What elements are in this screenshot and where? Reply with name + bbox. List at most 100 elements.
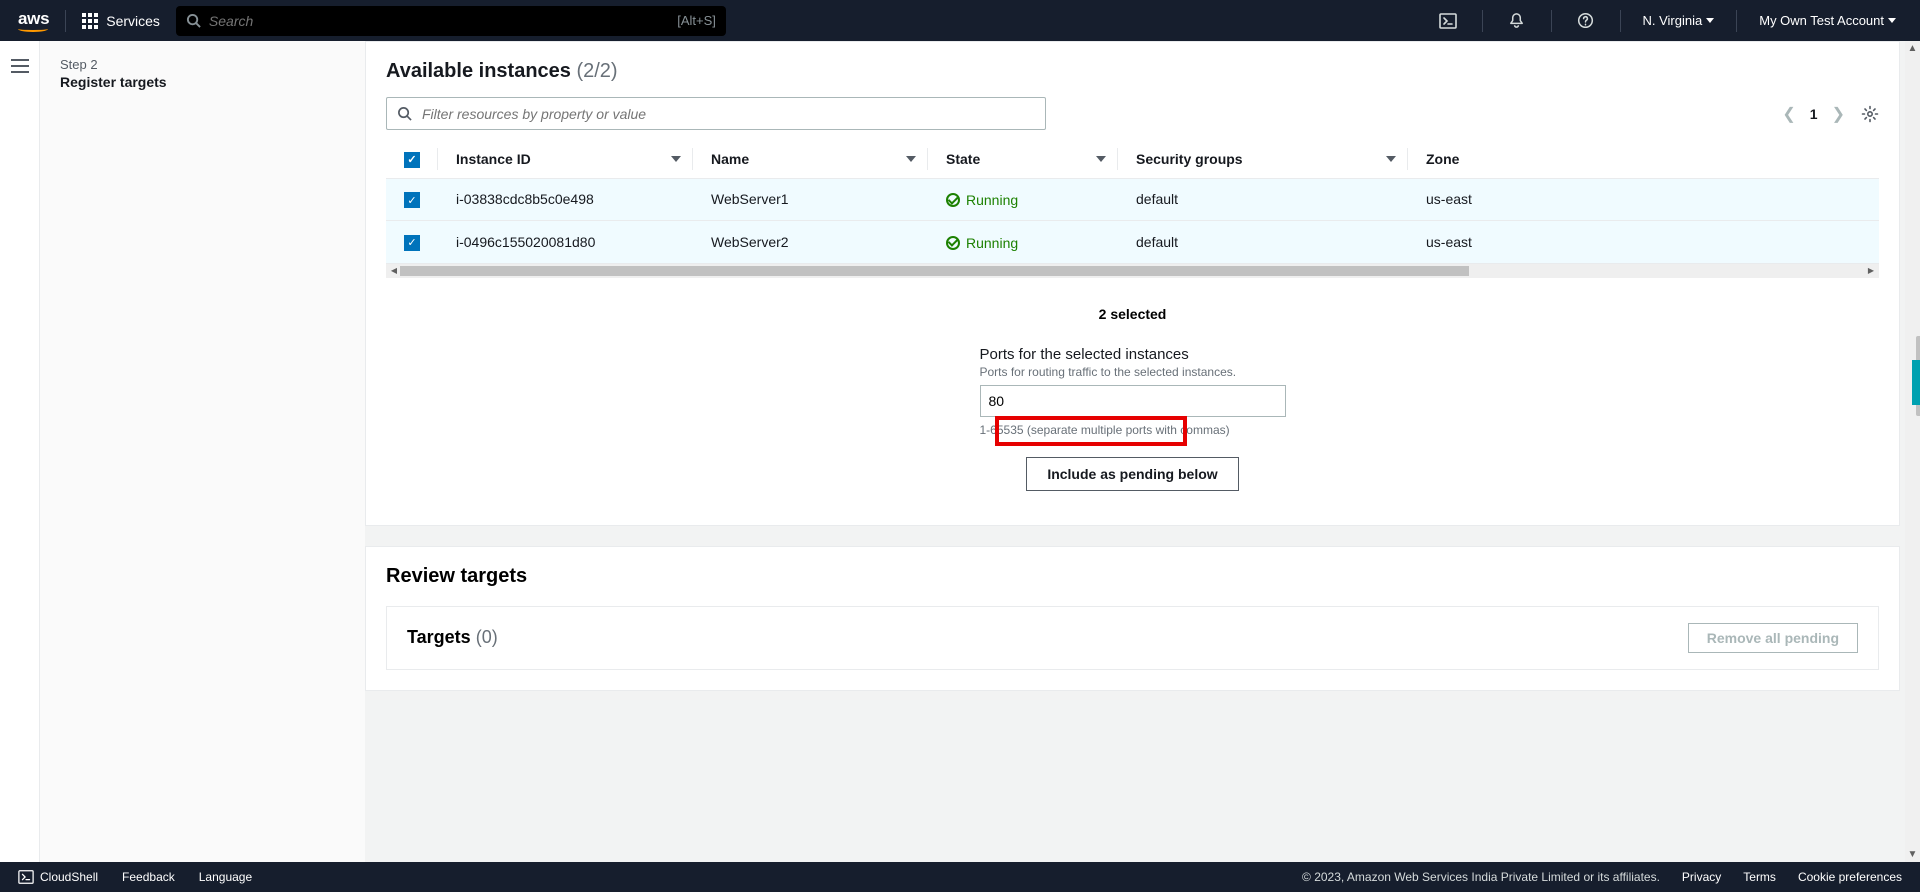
col-zone-label: Zone — [1426, 151, 1459, 167]
divider — [1620, 10, 1621, 32]
divider — [1736, 10, 1737, 32]
horizontal-scrollbar[interactable]: ◀ ▶ — [386, 264, 1879, 278]
side-toggle — [0, 41, 40, 862]
col-sg-label: Security groups — [1136, 151, 1243, 167]
footer-bar: CloudShell Feedback Language © 2023, Ama… — [0, 862, 1920, 892]
state-text: Running — [966, 235, 1018, 251]
cookie-preferences-link[interactable]: Cookie preferences — [1798, 870, 1902, 884]
filter-input[interactable] — [422, 106, 1035, 122]
available-title-text: Available instances — [386, 60, 571, 82]
scroll-right-icon[interactable]: ▶ — [1865, 266, 1877, 275]
search-icon — [186, 13, 201, 28]
search-shortcut: [Alt+S] — [677, 13, 716, 28]
cell-sg: default — [1118, 221, 1408, 264]
col-instance-id[interactable]: Instance ID — [438, 140, 693, 178]
ports-label: Ports for the selected instances — [980, 346, 1286, 363]
top-nav: aws Services [Alt+S] N. Virginia My Own … — [0, 0, 1920, 41]
table-row[interactable]: ✓ i-0496c155020081d80 WebServer2 Running… — [386, 221, 1879, 264]
cell-name: WebServer2 — [693, 221, 928, 264]
chevron-down-icon — [1888, 18, 1896, 23]
pagination: ❮ 1 ❯ — [1782, 104, 1845, 124]
col-zone[interactable]: Zone — [1408, 140, 1879, 178]
ports-hint: 1-65535 (separate multiple ports with co… — [980, 423, 1286, 437]
targets-title-text: Targets — [407, 627, 471, 647]
col-security-groups[interactable]: Security groups — [1118, 140, 1408, 178]
divider — [1551, 10, 1552, 32]
scroll-down-icon[interactable]: ▼ — [1908, 847, 1918, 862]
region-label: N. Virginia — [1643, 13, 1703, 28]
step-title: Register targets — [60, 74, 345, 90]
wizard-sidebar: Step 2 Register targets — [40, 41, 365, 862]
state-text: Running — [966, 192, 1018, 208]
account-label: My Own Test Account — [1759, 13, 1884, 28]
feedback-label: Feedback — [122, 870, 175, 884]
scroll-left-icon[interactable]: ◀ — [388, 266, 400, 275]
cloudshell-button[interactable]: CloudShell — [18, 869, 98, 885]
vertical-scrollbar[interactable]: ▲ ▼ — [1905, 41, 1920, 862]
col-name[interactable]: Name — [693, 140, 928, 178]
ports-input[interactable] — [980, 385, 1286, 417]
cell-name: WebServer1 — [693, 178, 928, 221]
grid-icon — [82, 13, 98, 29]
remove-all-pending-button[interactable]: Remove all pending — [1688, 623, 1858, 653]
cell-instance-id: i-03838cdc8b5c0e498 — [438, 178, 693, 221]
search-box[interactable]: [Alt+S] — [176, 6, 726, 36]
search-input[interactable] — [209, 13, 677, 29]
review-targets-panel: Review targets Targets (0) Remove all pe… — [365, 546, 1900, 691]
aws-logo[interactable]: aws — [18, 9, 49, 32]
feedback-button[interactable]: Feedback — [122, 870, 175, 884]
language-label: Language — [199, 870, 252, 884]
scroll-up-icon[interactable]: ▲ — [1908, 41, 1918, 56]
cell-sg: default — [1118, 178, 1408, 221]
col-name-label: Name — [711, 151, 749, 167]
col-state[interactable]: State — [928, 140, 1118, 178]
services-button[interactable]: Services — [82, 13, 160, 29]
cell-instance-id: i-0496c155020081d80 — [438, 221, 693, 264]
prev-page-button[interactable]: ❮ — [1782, 104, 1795, 124]
available-count: (2/2) — [576, 60, 617, 82]
col-instance-id-label: Instance ID — [456, 151, 531, 167]
cell-state: Running — [928, 178, 1118, 221]
region-selector[interactable]: N. Virginia — [1637, 13, 1721, 28]
page-number: 1 — [1810, 106, 1818, 122]
selected-count: 2 selected — [386, 306, 1879, 322]
chevron-down-icon — [1706, 18, 1714, 23]
help-icon[interactable] — [1568, 3, 1604, 39]
hamburger-icon[interactable] — [11, 59, 29, 73]
terms-link[interactable]: Terms — [1743, 870, 1776, 884]
cell-state: Running — [928, 221, 1118, 264]
copyright: © 2023, Amazon Web Services India Privat… — [1302, 870, 1660, 884]
services-label: Services — [106, 13, 160, 29]
available-instances-panel: Available instances (2/2) ❮ 1 — [365, 41, 1900, 526]
search-icon — [397, 106, 412, 121]
cell-zone: us-east — [1408, 178, 1879, 221]
cloudshell-icon[interactable] — [1430, 3, 1466, 39]
divider — [1482, 10, 1483, 32]
status-ok-icon — [946, 193, 960, 207]
next-page-button[interactable]: ❯ — [1832, 104, 1845, 124]
privacy-link[interactable]: Privacy — [1682, 870, 1721, 884]
status-ok-icon — [946, 236, 960, 250]
targets-title: Targets (0) — [407, 627, 498, 648]
ports-section: 2 selected Ports for the selected instan… — [386, 278, 1879, 501]
ports-desc: Ports for routing traffic to the selecte… — [980, 365, 1286, 379]
language-button[interactable]: Language — [199, 870, 252, 884]
main-content: Available instances (2/2) ❮ 1 — [365, 41, 1920, 862]
filter-input-wrap[interactable] — [386, 97, 1046, 130]
panel-title: Available instances (2/2) — [386, 60, 618, 83]
include-pending-button[interactable]: Include as pending below — [1026, 457, 1238, 491]
notifications-icon[interactable] — [1499, 3, 1535, 39]
scroll-indicator — [1912, 360, 1920, 405]
cell-zone: us-east — [1408, 221, 1879, 264]
row-checkbox[interactable]: ✓ — [404, 192, 420, 208]
instances-table: ✓ Instance ID Name State Security groups… — [386, 140, 1879, 264]
cloudshell-label: CloudShell — [40, 870, 98, 884]
ports-hint-text: 1-65535 (separate multiple ports with co… — [980, 423, 1230, 437]
account-selector[interactable]: My Own Test Account — [1753, 13, 1902, 28]
table-row[interactable]: ✓ i-03838cdc8b5c0e498 WebServer1 Running… — [386, 178, 1879, 221]
row-checkbox[interactable]: ✓ — [404, 235, 420, 251]
targets-box: Targets (0) Remove all pending — [386, 606, 1879, 670]
settings-button[interactable] — [1861, 105, 1879, 123]
step-label: Step 2 — [60, 57, 345, 72]
select-all-checkbox[interactable]: ✓ — [404, 152, 420, 168]
